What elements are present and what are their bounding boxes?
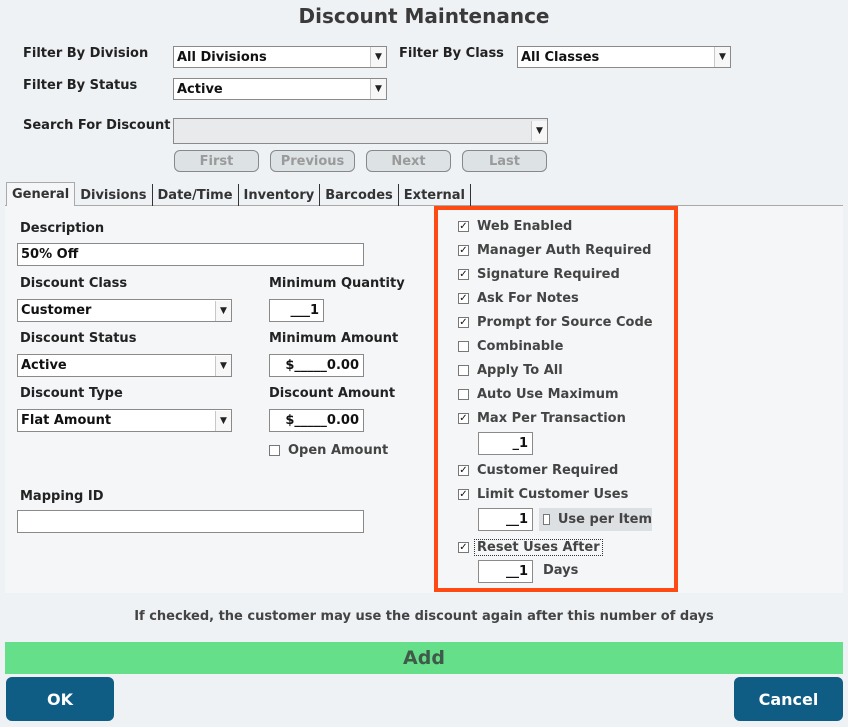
filter-status-value: Active — [177, 81, 223, 97]
tab-general[interactable]: General — [6, 182, 76, 206]
filter-status-select[interactable]: Active ▼ — [173, 78, 387, 100]
open-amount-checkbox[interactable]: Open Amount — [269, 443, 388, 458]
description-input[interactable]: 50% Off — [17, 243, 364, 266]
discount-status-value: Active — [21, 358, 67, 373]
page-title: Discount Maintenance — [298, 4, 550, 28]
previous-button[interactable]: Previous — [270, 150, 355, 172]
filter-division-select[interactable]: All Divisions ▼ — [173, 46, 387, 68]
mapping-id-input[interactable] — [17, 510, 364, 533]
ok-button[interactable]: OK — [6, 677, 114, 721]
chevron-down-icon: ▼ — [215, 355, 231, 376]
chevron-down-icon: ▼ — [714, 47, 730, 67]
tab-external[interactable]: External — [399, 184, 471, 206]
filter-division-value: All Divisions — [177, 49, 267, 65]
filter-class-value: All Classes — [521, 49, 600, 65]
search-discount-select[interactable]: ▼ — [173, 118, 548, 144]
chevron-down-icon: ▼ — [531, 121, 547, 141]
last-button[interactable]: Last — [462, 150, 547, 172]
first-button[interactable]: First — [174, 150, 259, 172]
discount-class-label: Discount Class — [20, 276, 128, 291]
discount-class-select[interactable]: Customer ▼ — [17, 299, 232, 322]
discount-type-select[interactable]: Flat Amount ▼ — [17, 409, 232, 432]
checkbox-box — [269, 445, 280, 456]
chevron-down-icon: ▼ — [215, 300, 231, 321]
minimum-amount-label: Minimum Amount — [269, 331, 399, 346]
discount-status-select[interactable]: Active ▼ — [17, 354, 232, 377]
filter-status-label: Filter By Status — [23, 78, 138, 93]
description-label: Description — [20, 221, 105, 236]
hint-text: If checked, the customer may use the dis… — [134, 609, 714, 624]
filter-class-select[interactable]: All Classes ▼ — [517, 46, 731, 68]
discount-class-value: Customer — [21, 303, 92, 318]
filter-division-label: Filter By Division — [23, 46, 149, 61]
minimum-quantity-input[interactable]: ___1 — [269, 299, 324, 322]
search-label: Search For Discount — [23, 118, 171, 133]
discount-amount-label: Discount Amount — [269, 386, 396, 401]
tab-bar: General Divisions Date/Time Inventory Ba… — [6, 182, 471, 206]
cancel-button[interactable]: Cancel — [734, 677, 843, 721]
filter-class-label: Filter By Class — [399, 46, 504, 61]
tab-barcodes[interactable]: Barcodes — [320, 184, 399, 206]
tab-date-time[interactable]: Date/Time — [153, 184, 239, 206]
discount-type-value: Flat Amount — [21, 413, 112, 428]
minimum-quantity-label: Minimum Quantity — [269, 276, 405, 291]
options-highlight-box — [434, 206, 678, 592]
minimum-amount-input[interactable]: $_____0.00 — [269, 354, 364, 377]
next-button[interactable]: Next — [366, 150, 451, 172]
chevron-down-icon: ▼ — [370, 47, 386, 67]
discount-type-label: Discount Type — [20, 386, 123, 401]
chevron-down-icon: ▼ — [370, 79, 386, 99]
tab-divisions[interactable]: Divisions — [75, 184, 153, 206]
add-button[interactable]: Add — [5, 642, 843, 674]
open-amount-label: Open Amount — [288, 443, 389, 458]
mapping-id-label: Mapping ID — [20, 489, 104, 504]
tab-inventory[interactable]: Inventory — [239, 184, 321, 206]
chevron-down-icon: ▼ — [215, 410, 231, 431]
discount-status-label: Discount Status — [20, 331, 137, 346]
discount-amount-input[interactable]: $_____0.00 — [269, 409, 364, 432]
